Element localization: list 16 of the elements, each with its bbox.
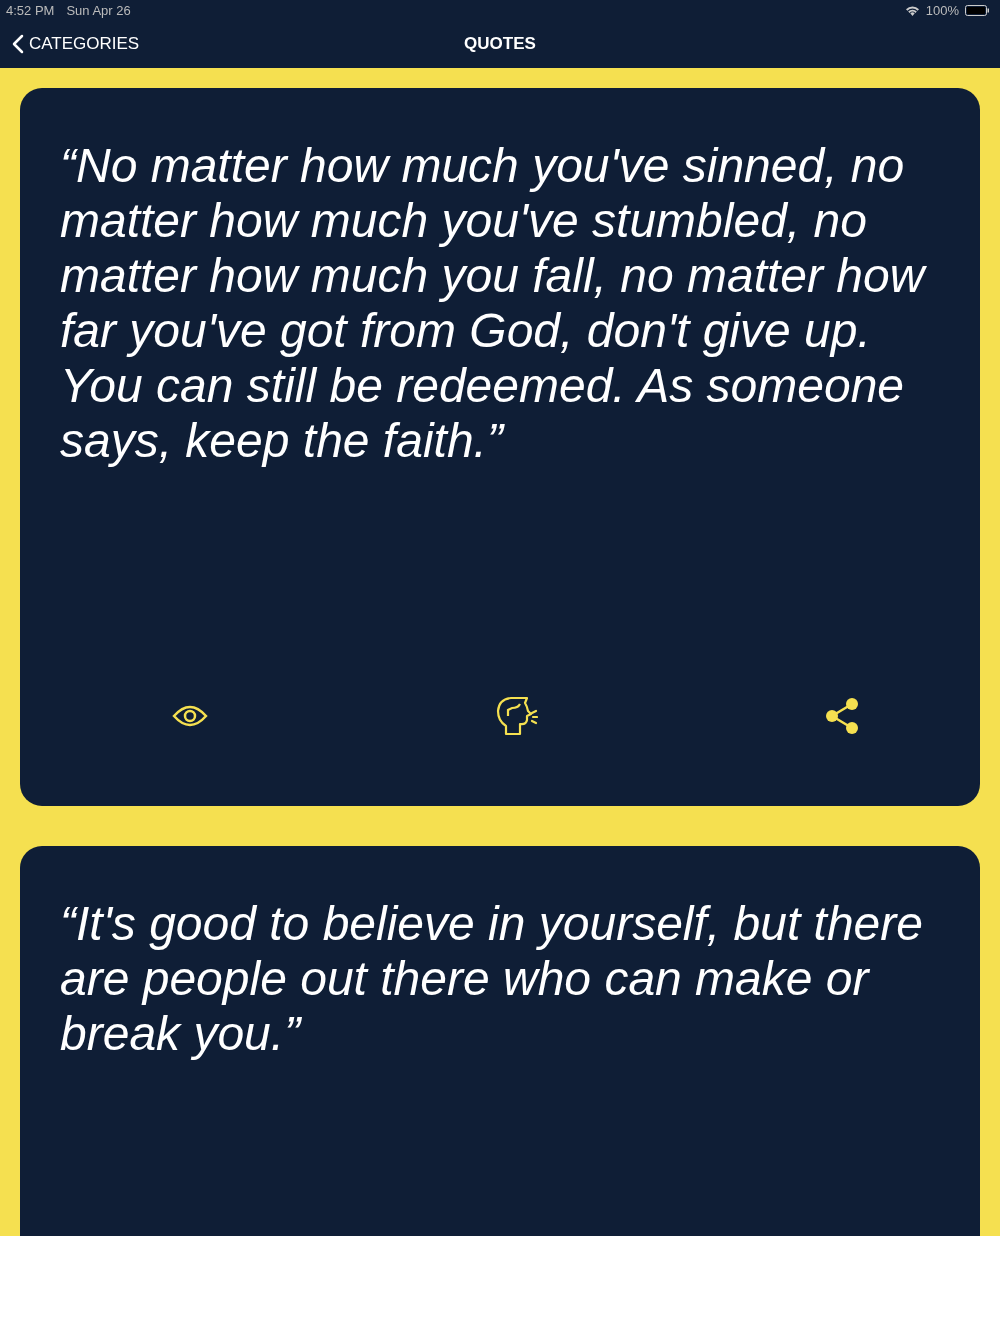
share-button[interactable]	[825, 698, 859, 734]
share-icon	[825, 698, 859, 734]
quote-text: “No matter how much you've sinned, no matter how much you've stumbled, no matter how much you fall, no matter how far you've got from God, don't give up. You can still be redeemed. As someone says, keep the faith.”	[60, 138, 928, 469]
view-button[interactable]	[172, 704, 208, 728]
chevron-left-icon	[12, 34, 24, 54]
battery-percent: 100%	[925, 2, 959, 18]
eye-icon	[172, 704, 208, 728]
status-date: Sun Apr 26	[66, 2, 131, 18]
nav-title: QUOTES	[464, 34, 536, 54]
speak-button[interactable]	[495, 696, 538, 736]
battery-icon	[965, 4, 990, 16]
wifi-icon	[904, 4, 920, 16]
quote-text: “It's good to believe in yourself, but there are people out there who can make or break you.”	[60, 896, 924, 1062]
status-time: 4:52 PM	[6, 2, 55, 18]
back-button[interactable]: CATEGORIES	[0, 34, 152, 54]
speaking-head-icon	[495, 696, 538, 736]
